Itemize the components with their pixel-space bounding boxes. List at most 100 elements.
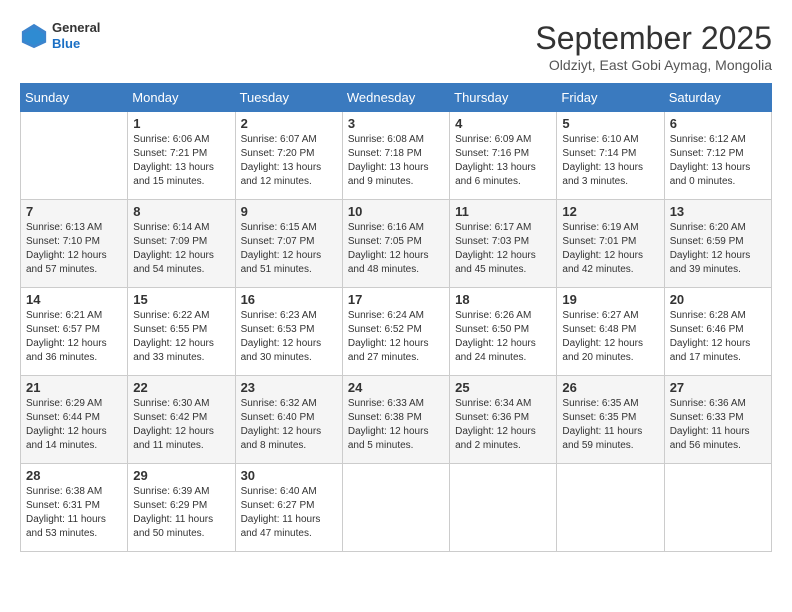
day-number: 4 [455, 116, 551, 131]
day-number: 3 [348, 116, 444, 131]
table-row: 16 Sunrise: 6:23 AMSunset: 6:53 PMDayligh… [235, 288, 342, 376]
table-row: 11 Sunrise: 6:17 AMSunset: 7:03 PMDayligh… [450, 200, 557, 288]
logo-text: General Blue [52, 20, 100, 51]
day-number: 16 [241, 292, 337, 307]
table-row: 8 Sunrise: 6:14 AMSunset: 7:09 PMDaylight… [128, 200, 235, 288]
header-friday: Friday [557, 84, 664, 112]
day-number: 6 [670, 116, 766, 131]
day-number: 11 [455, 204, 551, 219]
table-row [342, 464, 449, 552]
day-number: 22 [133, 380, 229, 395]
day-info: Sunrise: 6:39 AMSunset: 6:29 PMDaylight:… [133, 485, 229, 541]
table-row: 13 Sunrise: 6:20 AMSunset: 6:59 PMDayligh… [664, 200, 771, 288]
day-number: 8 [133, 204, 229, 219]
day-info: Sunrise: 6:20 AMSunset: 6:59 PMDaylight:… [670, 221, 766, 277]
day-info: Sunrise: 6:06 AMSunset: 7:21 PMDaylight:… [133, 133, 229, 189]
day-info: Sunrise: 6:19 AMSunset: 7:01 PMDaylight:… [562, 221, 658, 277]
day-info: Sunrise: 6:21 AMSunset: 6:57 PMDaylight:… [26, 309, 122, 365]
table-row: 7 Sunrise: 6:13 AMSunset: 7:10 PMDaylight… [21, 200, 128, 288]
table-row: 30 Sunrise: 6:40 AMSunset: 6:27 PMDayligh… [235, 464, 342, 552]
day-info: Sunrise: 6:40 AMSunset: 6:27 PMDaylight:… [241, 485, 337, 541]
day-number: 25 [455, 380, 551, 395]
month-title: September 2025 [535, 20, 772, 57]
day-info: Sunrise: 6:22 AMSunset: 6:55 PMDaylight:… [133, 309, 229, 365]
table-row: 23 Sunrise: 6:32 AMSunset: 6:40 PMDayligh… [235, 376, 342, 464]
table-row: 24 Sunrise: 6:33 AMSunset: 6:38 PMDayligh… [342, 376, 449, 464]
table-row: 4 Sunrise: 6:09 AMSunset: 7:16 PMDaylight… [450, 112, 557, 200]
logo-general: General [52, 20, 100, 36]
table-row: 9 Sunrise: 6:15 AMSunset: 7:07 PMDaylight… [235, 200, 342, 288]
day-info: Sunrise: 6:32 AMSunset: 6:40 PMDaylight:… [241, 397, 337, 453]
day-number: 17 [348, 292, 444, 307]
day-info: Sunrise: 6:17 AMSunset: 7:03 PMDaylight:… [455, 221, 551, 277]
table-row: 25 Sunrise: 6:34 AMSunset: 6:36 PMDayligh… [450, 376, 557, 464]
day-info: Sunrise: 6:36 AMSunset: 6:33 PMDaylight:… [670, 397, 766, 453]
header-sunday: Sunday [21, 84, 128, 112]
table-row: 27 Sunrise: 6:36 AMSunset: 6:33 PMDayligh… [664, 376, 771, 464]
table-row: 17 Sunrise: 6:24 AMSunset: 6:52 PMDayligh… [342, 288, 449, 376]
logo: General Blue [20, 20, 100, 51]
day-number: 27 [670, 380, 766, 395]
calendar-week-row: 7 Sunrise: 6:13 AMSunset: 7:10 PMDaylight… [21, 200, 772, 288]
day-info: Sunrise: 6:24 AMSunset: 6:52 PMDaylight:… [348, 309, 444, 365]
day-info: Sunrise: 6:28 AMSunset: 6:46 PMDaylight:… [670, 309, 766, 365]
header-wednesday: Wednesday [342, 84, 449, 112]
day-number: 30 [241, 468, 337, 483]
title-section: September 2025 Oldziyt, East Gobi Aymag,… [535, 20, 772, 73]
table-row: 26 Sunrise: 6:35 AMSunset: 6:35 PMDayligh… [557, 376, 664, 464]
day-number: 14 [26, 292, 122, 307]
day-number: 9 [241, 204, 337, 219]
day-info: Sunrise: 6:30 AMSunset: 6:42 PMDaylight:… [133, 397, 229, 453]
day-number: 23 [241, 380, 337, 395]
day-info: Sunrise: 6:34 AMSunset: 6:36 PMDaylight:… [455, 397, 551, 453]
table-row: 1 Sunrise: 6:06 AMSunset: 7:21 PMDaylight… [128, 112, 235, 200]
table-row: 14 Sunrise: 6:21 AMSunset: 6:57 PMDayligh… [21, 288, 128, 376]
table-row [450, 464, 557, 552]
day-info: Sunrise: 6:12 AMSunset: 7:12 PMDaylight:… [670, 133, 766, 189]
table-row: 22 Sunrise: 6:30 AMSunset: 6:42 PMDayligh… [128, 376, 235, 464]
table-row: 21Sunrise: 6:29 AMSunset: 6:44 PMDayligh… [21, 376, 128, 464]
day-info: Sunrise: 6:16 AMSunset: 7:05 PMDaylight:… [348, 221, 444, 277]
calendar-week-row: 28 Sunrise: 6:38 AMSunset: 6:31 PMDayligh… [21, 464, 772, 552]
header-monday: Monday [128, 84, 235, 112]
day-number: 29 [133, 468, 229, 483]
day-info: Sunrise: 6:38 AMSunset: 6:31 PMDaylight:… [26, 485, 122, 541]
day-info: Sunrise: 6:15 AMSunset: 7:07 PMDaylight:… [241, 221, 337, 277]
day-info: Sunrise: 6:09 AMSunset: 7:16 PMDaylight:… [455, 133, 551, 189]
day-number: 26 [562, 380, 658, 395]
table-row: 28 Sunrise: 6:38 AMSunset: 6:31 PMDayligh… [21, 464, 128, 552]
day-number: 18 [455, 292, 551, 307]
day-info: Sunrise: 6:35 AMSunset: 6:35 PMDaylight:… [562, 397, 658, 453]
day-info: Sunrise: 6:07 AMSunset: 7:20 PMDaylight:… [241, 133, 337, 189]
table-row: 29 Sunrise: 6:39 AMSunset: 6:29 PMDayligh… [128, 464, 235, 552]
day-number: 5 [562, 116, 658, 131]
day-number: 20 [670, 292, 766, 307]
day-info: Sunrise: 6:33 AMSunset: 6:38 PMDaylight:… [348, 397, 444, 453]
logo-icon [20, 22, 48, 50]
header-tuesday: Tuesday [235, 84, 342, 112]
table-row: 6 Sunrise: 6:12 AMSunset: 7:12 PMDaylight… [664, 112, 771, 200]
day-number: 28 [26, 468, 122, 483]
header-saturday: Saturday [664, 84, 771, 112]
day-number: 13 [670, 204, 766, 219]
calendar-week-row: 1 Sunrise: 6:06 AMSunset: 7:21 PMDaylight… [21, 112, 772, 200]
table-row: 10 Sunrise: 6:16 AMSunset: 7:05 PMDayligh… [342, 200, 449, 288]
table-row: 20 Sunrise: 6:28 AMSunset: 6:46 PMDayligh… [664, 288, 771, 376]
day-info: Sunrise: 6:23 AMSunset: 6:53 PMDaylight:… [241, 309, 337, 365]
day-info: Sunrise: 6:13 AMSunset: 7:10 PMDaylight:… [26, 221, 122, 277]
day-number: 7 [26, 204, 122, 219]
table-row: 18Sunrise: 6:26 AMSunset: 6:50 PMDayligh… [450, 288, 557, 376]
calendar-week-row: 14 Sunrise: 6:21 AMSunset: 6:57 PMDayligh… [21, 288, 772, 376]
day-number: 2 [241, 116, 337, 131]
day-number: 15 [133, 292, 229, 307]
day-number: 10 [348, 204, 444, 219]
table-row: 12Sunrise: 6:19 AMSunset: 7:01 PMDayligh… [557, 200, 664, 288]
table-row: 19Sunrise: 6:27 AMSunset: 6:48 PMDayligh… [557, 288, 664, 376]
day-number: 1 [133, 116, 229, 131]
weekday-header-row: Sunday Monday Tuesday Wednesday Thursday… [21, 84, 772, 112]
day-info: Sunrise: 6:14 AMSunset: 7:09 PMDaylight:… [133, 221, 229, 277]
location-subtitle: Oldziyt, East Gobi Aymag, Mongolia [535, 57, 772, 73]
day-info: Sunrise: 6:10 AMSunset: 7:14 PMDaylight:… [562, 133, 658, 189]
day-number: 24 [348, 380, 444, 395]
table-row: 5 Sunrise: 6:10 AMSunset: 7:14 PMDaylight… [557, 112, 664, 200]
